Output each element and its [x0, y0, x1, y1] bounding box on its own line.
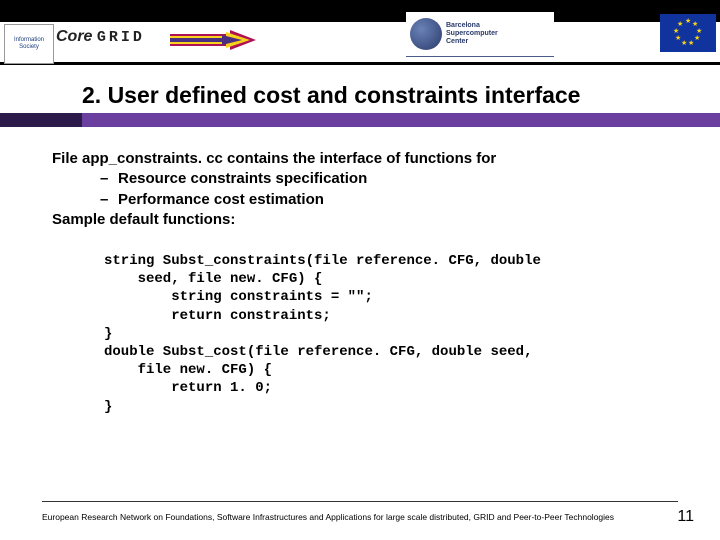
slide-title: 2. User defined cost and constraints int…: [82, 82, 720, 109]
footer-divider: [42, 501, 678, 502]
eu-flag-icon: ★ ★ ★ ★ ★ ★ ★ ★ ★: [660, 14, 716, 52]
title-underline: [0, 113, 720, 127]
title-area: 2. User defined cost and constraints int…: [0, 82, 720, 127]
bsc-logo: Barcelona Supercomputer Center: [406, 12, 554, 57]
header-band: Information Society Core GRID Barcelona …: [0, 0, 720, 62]
sub-bullet-2: –Performance cost estimation: [100, 190, 678, 210]
globe-icon: [410, 18, 442, 50]
slide-body: File app_constraints. cc contains the in…: [0, 127, 720, 416]
arrow-icon: [170, 30, 256, 50]
information-society-logo: Information Society: [4, 24, 54, 64]
coregrid-logo: Core GRID: [56, 28, 145, 46]
code-block: string Subst_constraints(file reference.…: [104, 252, 678, 416]
body-line-2: Sample default functions:: [52, 210, 678, 230]
body-line-1: File app_constraints. cc contains the in…: [52, 149, 678, 169]
page-number: 11: [677, 508, 694, 526]
footer-text: European Research Network on Foundations…: [42, 512, 614, 522]
sub-bullet-1: –Resource constraints specification: [100, 169, 678, 189]
